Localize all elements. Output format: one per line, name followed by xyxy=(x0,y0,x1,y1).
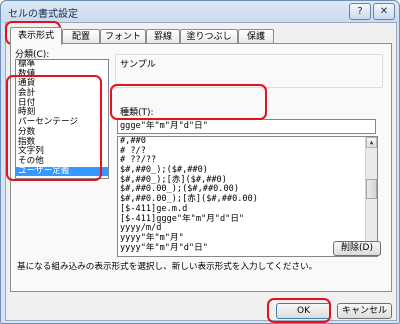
title-bar[interactable]: セルの書式設定 ? ✕ xyxy=(1,1,399,21)
type-input[interactable]: ggge"年"m"月"d"日" xyxy=(117,119,376,134)
format-cells-dialog: セルの書式設定 ? ✕ 表示形式 配置 フォント 罫線 塗りつぶし 保護 分類(… xyxy=(0,0,400,324)
dialog-body: 表示形式 配置 フォント 罫線 塗りつぶし 保護 分類(C): 標準 数値 通貨… xyxy=(5,22,397,321)
scroll-up-arrow-icon[interactable]: ▲ xyxy=(366,137,377,148)
delete-button[interactable]: 削除(D) xyxy=(333,241,381,256)
tab-number[interactable]: 表示形式 xyxy=(10,27,62,45)
description-text: 基になる組み込みの表示形式を選択し、新しい表示形式を入力してください。 xyxy=(17,262,318,272)
type-item[interactable]: #,##0 xyxy=(118,137,377,147)
sample-label: サンプル xyxy=(120,60,156,70)
type-item[interactable]: # ?/? xyxy=(118,146,377,157)
category-list[interactable]: 標準 数値 通貨 会計 日付 時刻 パーセンテージ 分数 指数 文字列 その他 … xyxy=(15,59,109,179)
tab-border[interactable]: 罫線 xyxy=(146,29,180,44)
tab-font[interactable]: フォント xyxy=(100,29,146,44)
tab-alignment[interactable]: 配置 xyxy=(62,29,100,44)
category-item-selected[interactable]: ユーザー定義 xyxy=(16,166,108,177)
type-label: 種類(T): xyxy=(120,108,154,118)
tab-fill[interactable]: 塗りつぶし xyxy=(180,29,238,44)
type-list[interactable]: #,##0 # ?/? # ??/?? $#,##0_);($#,##0) $#… xyxy=(117,136,378,257)
dialog-title: セルの書式設定 xyxy=(8,9,78,20)
number-tab-panel: 分類(C): 標準 数値 通貨 会計 日付 時刻 パーセンテージ 分数 指数 文… xyxy=(10,43,392,292)
sample-group: サンプル xyxy=(115,54,383,88)
help-button[interactable]: ? xyxy=(349,3,371,20)
type-list-scrollbar[interactable]: ▲ ▼ xyxy=(365,137,377,256)
scroll-thumb[interactable] xyxy=(366,179,377,199)
cancel-button[interactable]: キャンセル xyxy=(337,303,392,319)
tab-protection[interactable]: 保護 xyxy=(238,29,274,44)
ok-button[interactable]: OK xyxy=(276,303,331,319)
close-button[interactable]: ✕ xyxy=(373,3,395,20)
